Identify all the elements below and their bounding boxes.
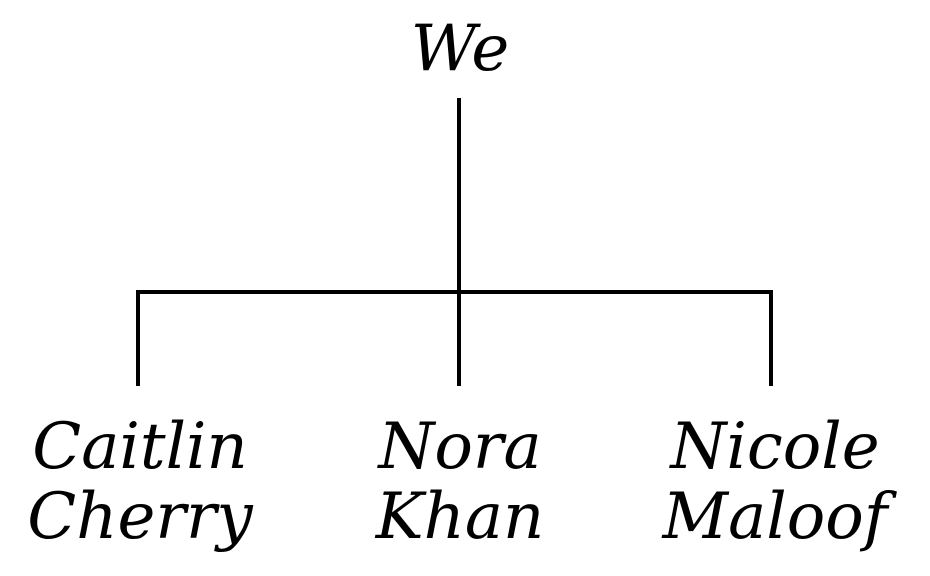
child-last-name: Khan xyxy=(375,480,545,554)
child-node-nicole-maloof: Nicole Maloof xyxy=(630,412,920,552)
child-last-name: Maloof xyxy=(662,480,888,554)
child-last-name: Cherry xyxy=(27,480,253,554)
child-node-caitlin-cherry: Caitlin Cherry xyxy=(0,412,280,552)
root-label: We xyxy=(410,12,510,86)
child-first-name: Nicole xyxy=(670,410,880,484)
child-first-name: Nora xyxy=(378,410,542,484)
child-node-nora-khan: Nora Khan xyxy=(320,412,600,552)
root-node: We xyxy=(355,14,565,84)
child-first-name: Caitlin xyxy=(32,410,248,484)
